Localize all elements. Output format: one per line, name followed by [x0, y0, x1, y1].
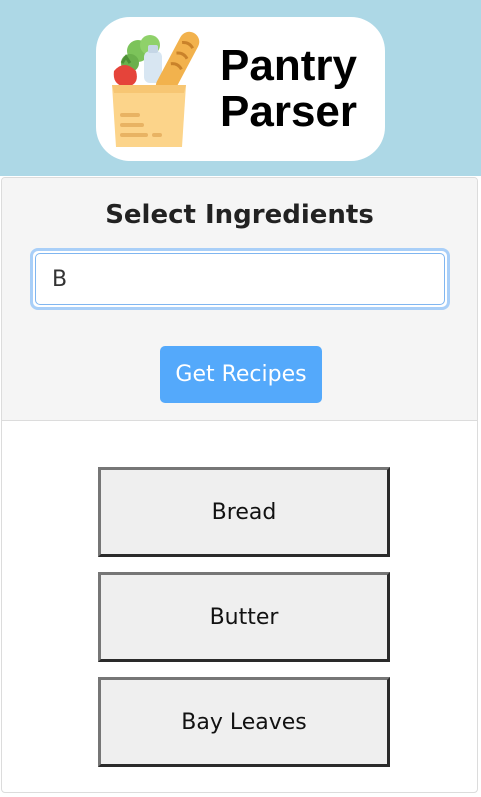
get-recipes-button[interactable]: Get Recipes: [160, 346, 322, 403]
logo-line-2: Parser: [220, 87, 358, 136]
suggestion-bread[interactable]: Bread: [98, 467, 390, 557]
app-header: Pantry Parser: [0, 0, 481, 176]
logo-wordmark: Pantry Parser: [220, 43, 357, 135]
ingredient-search-input[interactable]: [35, 253, 445, 305]
ingredient-search-section: Select Ingredients Get Recipes: [2, 178, 477, 421]
suggestion-list: Bread Butter Bay Leaves: [98, 467, 390, 782]
suggestion-bay-leaves[interactable]: Bay Leaves: [98, 677, 390, 767]
panel-title: Select Ingredients: [105, 200, 374, 230]
search-field-focus-ring: [30, 248, 450, 310]
grocery-bag-icon: [112, 31, 200, 147]
logo[interactable]: Pantry Parser: [96, 17, 385, 161]
ingredients-panel: Select Ingredients Get Recipes Bread But…: [1, 177, 478, 793]
suggestion-butter[interactable]: Butter: [98, 572, 390, 662]
logo-line-1: Pantry: [220, 41, 357, 90]
page: Pantry Parser Select Ingredients Get Rec…: [0, 0, 481, 797]
